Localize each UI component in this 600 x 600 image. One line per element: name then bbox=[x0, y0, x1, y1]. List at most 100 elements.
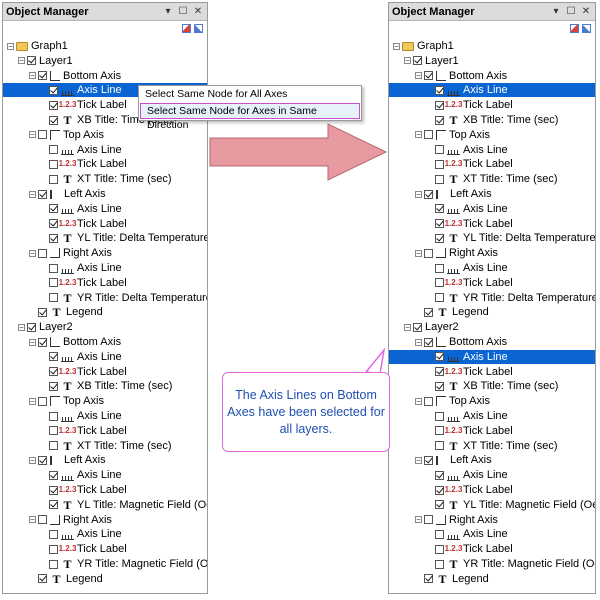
visibility-checkbox[interactable] bbox=[38, 455, 47, 465]
visibility-checkbox[interactable] bbox=[49, 485, 58, 495]
expand-collapse-icon[interactable]: − bbox=[29, 397, 36, 405]
tree-node[interactable]: T XT Title: Time (sec) bbox=[426, 172, 558, 186]
visibility-checkbox[interactable] bbox=[38, 396, 47, 406]
expand-collapse-icon[interactable]: − bbox=[415, 338, 422, 346]
tree-node[interactable]: T YR Title: Delta Temperature (K bbox=[426, 291, 595, 305]
expand-collapse-icon[interactable]: − bbox=[18, 57, 25, 65]
tree-node[interactable]: − Left Axis bbox=[415, 187, 492, 201]
tree-node[interactable]: Axis Line bbox=[40, 261, 122, 275]
visibility-checkbox[interactable] bbox=[49, 529, 58, 539]
visibility-checkbox[interactable] bbox=[424, 574, 433, 584]
tree-node[interactable]: T XB Title: Time (sec) bbox=[40, 379, 172, 393]
tree-node[interactable]: T YL Title: Magnetic Field (Oe) bbox=[40, 498, 207, 512]
tree-node[interactable]: 1.2.3 Tick Label bbox=[40, 542, 127, 556]
tree-node[interactable]: 1.2.3 Tick Label bbox=[426, 217, 513, 231]
visibility-checkbox[interactable] bbox=[49, 544, 58, 554]
tree-node[interactable]: Axis Line bbox=[40, 409, 122, 423]
tree-node[interactable]: 1.2.3 Tick Label bbox=[426, 365, 513, 379]
tree-node[interactable]: − Bottom Axis bbox=[415, 335, 507, 349]
tree-node[interactable]: − Bottom Axis bbox=[29, 335, 121, 349]
visibility-checkbox[interactable] bbox=[435, 352, 444, 362]
visibility-checkbox[interactable] bbox=[49, 145, 58, 155]
tree-node[interactable]: − Top Axis bbox=[415, 394, 490, 408]
tree-node[interactable]: T Legend bbox=[29, 305, 103, 319]
tree-node[interactable]: T XB Title: Time (sec) bbox=[426, 379, 558, 393]
visibility-checkbox[interactable] bbox=[435, 544, 444, 554]
visibility-checkbox[interactable] bbox=[413, 56, 422, 66]
expand-collapse-icon[interactable]: − bbox=[29, 190, 36, 198]
visibility-checkbox[interactable] bbox=[435, 500, 444, 510]
visibility-checkbox[interactable] bbox=[27, 56, 36, 66]
visibility-checkbox[interactable] bbox=[27, 322, 36, 332]
visibility-checkbox[interactable] bbox=[38, 337, 47, 347]
visibility-checkbox[interactable] bbox=[435, 115, 444, 125]
tree-node[interactable]: Axis Line bbox=[40, 143, 122, 157]
visibility-checkbox[interactable] bbox=[435, 411, 444, 421]
visibility-checkbox[interactable] bbox=[49, 381, 58, 391]
tree-node[interactable]: − Graph1 bbox=[393, 39, 454, 53]
visibility-checkbox[interactable] bbox=[435, 145, 444, 155]
tree-node[interactable]: 1.2.3 Tick Label bbox=[40, 157, 127, 171]
tree-node[interactable]: T YL Title: Delta Temperature (K bbox=[426, 231, 595, 245]
visibility-checkbox[interactable] bbox=[435, 485, 444, 495]
visibility-checkbox[interactable] bbox=[435, 100, 444, 110]
tree-node[interactable]: − Left Axis bbox=[29, 453, 106, 467]
visibility-checkbox[interactable] bbox=[49, 233, 58, 243]
tree-node[interactable]: T YL Title: Magnetic Field (Oe) bbox=[426, 498, 595, 512]
tree-node[interactable]: 1.2.3 Tick Label bbox=[426, 276, 513, 290]
tree-node[interactable]: T Legend bbox=[415, 305, 489, 319]
tree-node[interactable]: − Top Axis bbox=[29, 394, 104, 408]
tree-node[interactable]: T YL Title: Delta Temperature (K bbox=[40, 231, 207, 245]
expand-collapse-icon[interactable]: − bbox=[29, 338, 36, 346]
visibility-checkbox[interactable] bbox=[435, 159, 444, 169]
tree-node[interactable]: Axis Line bbox=[40, 468, 122, 482]
visibility-checkbox[interactable] bbox=[424, 337, 433, 347]
expand-collapse-icon[interactable]: − bbox=[415, 516, 422, 524]
expand-collapse-icon[interactable]: − bbox=[29, 72, 36, 80]
visibility-checkbox[interactable] bbox=[435, 204, 444, 214]
tree-node[interactable]: 1.2.3 Tick Label bbox=[40, 365, 127, 379]
tree-node[interactable]: − Top Axis bbox=[415, 128, 490, 142]
visibility-checkbox[interactable] bbox=[38, 515, 47, 525]
visibility-checkbox[interactable] bbox=[49, 115, 58, 125]
visibility-checkbox[interactable] bbox=[38, 307, 47, 317]
tree-options-icon[interactable] bbox=[582, 23, 591, 33]
float-window-icon[interactable]: ☐ bbox=[177, 6, 189, 17]
expand-collapse-icon[interactable]: − bbox=[18, 323, 25, 331]
visibility-checkbox[interactable] bbox=[49, 85, 58, 95]
tree-node[interactable]: 1.2.3 Tick Label bbox=[426, 157, 513, 171]
visibility-checkbox[interactable] bbox=[435, 219, 444, 229]
tree-node[interactable]: − Right Axis bbox=[415, 513, 498, 527]
tree-node[interactable]: Axis Line bbox=[40, 350, 122, 364]
visibility-checkbox[interactable] bbox=[49, 426, 58, 436]
tree-node[interactable]: Axis Line bbox=[40, 202, 122, 216]
visibility-checkbox[interactable] bbox=[424, 515, 433, 525]
visibility-checkbox[interactable] bbox=[424, 71, 433, 81]
visibility-checkbox[interactable] bbox=[424, 248, 433, 258]
menu-item-select-same-direction[interactable]: Select Same Node for Axes in Same Direct… bbox=[140, 103, 360, 131]
expand-collapse-icon[interactable]: − bbox=[393, 42, 400, 50]
tree-node[interactable]: − Graph1 bbox=[7, 39, 68, 53]
visibility-checkbox[interactable] bbox=[424, 189, 433, 199]
tree-node[interactable]: T XB Title: Time (sec) bbox=[426, 113, 558, 127]
tree-node[interactable]: T XT Title: Time (sec) bbox=[40, 172, 172, 186]
tree-node[interactable]: Axis Line bbox=[426, 261, 508, 275]
visibility-checkbox[interactable] bbox=[49, 411, 58, 421]
visibility-checkbox[interactable] bbox=[49, 559, 58, 569]
tree-node[interactable]: − Layer2 bbox=[404, 320, 459, 334]
visibility-checkbox[interactable] bbox=[49, 352, 58, 362]
visibility-checkbox[interactable] bbox=[435, 367, 444, 377]
pin-dropdown-icon[interactable]: ▾ bbox=[162, 6, 174, 17]
visibility-checkbox[interactable] bbox=[435, 441, 444, 451]
tree-node[interactable]: Axis Line bbox=[389, 349, 595, 364]
visibility-checkbox[interactable] bbox=[49, 219, 58, 229]
tree-options-icon[interactable] bbox=[194, 23, 203, 33]
visibility-checkbox[interactable] bbox=[413, 322, 422, 332]
tree-node[interactable]: − Left Axis bbox=[29, 187, 106, 201]
expand-collapse-icon[interactable]: − bbox=[415, 131, 422, 139]
tree-node[interactable]: − Right Axis bbox=[29, 246, 112, 260]
visibility-checkbox[interactable] bbox=[38, 189, 47, 199]
tree-node[interactable]: − Right Axis bbox=[415, 246, 498, 260]
menu-item-select-all-axes[interactable]: Select Same Node for All Axes bbox=[139, 86, 361, 102]
expand-collapse-icon[interactable]: − bbox=[415, 249, 422, 257]
